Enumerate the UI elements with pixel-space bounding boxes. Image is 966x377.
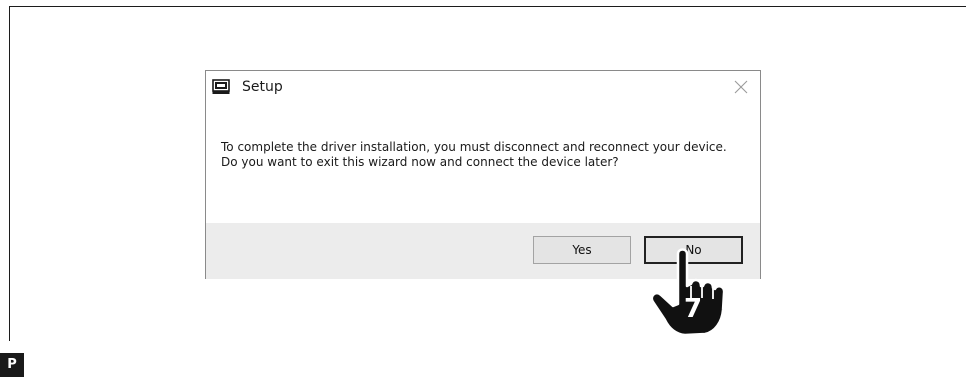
dialog-titlebar: Setup bbox=[206, 71, 760, 107]
pointing-hand-icon bbox=[650, 248, 726, 337]
close-icon[interactable] bbox=[734, 80, 748, 94]
dialog-title: Setup bbox=[242, 79, 283, 95]
dialog-message: To complete the driver installation, you… bbox=[221, 140, 727, 169]
yes-button[interactable]: Yes bbox=[533, 236, 631, 264]
step-number-label: 7 bbox=[684, 294, 703, 324]
setup-app-icon bbox=[212, 79, 230, 94]
corner-badge: P bbox=[0, 353, 24, 377]
